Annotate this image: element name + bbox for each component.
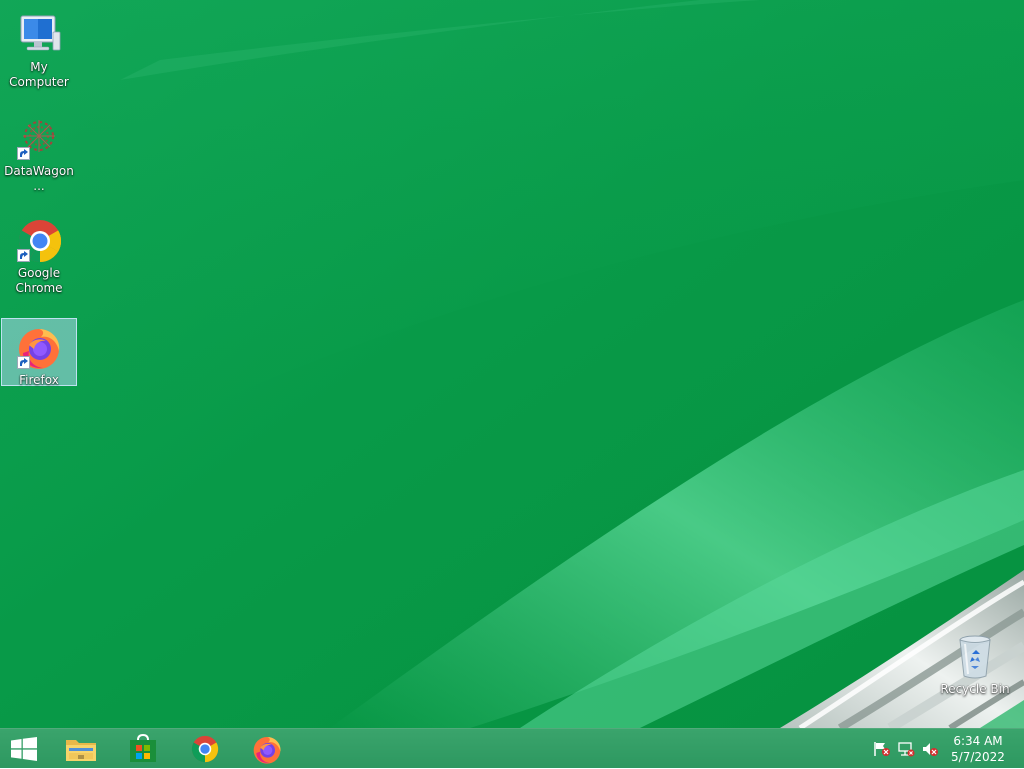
firefox-icon [15,323,63,371]
chrome-icon [191,735,219,763]
wallpaper [0,0,1024,728]
desktop-icon-label: My Computer [9,60,69,89]
taskbar: 6:34 AM 5/7/2022 [0,728,1024,768]
network-icon[interactable] [897,741,915,757]
file-explorer-button[interactable] [53,729,109,769]
shortcut-arrow-icon [17,249,30,262]
computer-icon [15,10,63,58]
desktop[interactable]: My Computer DataWagon... Google Chrome F… [0,0,1024,728]
clock-time: 6:34 AM [953,734,1003,748]
recycle-bin-icon [951,632,999,680]
desktop-icon-label: Firefox [19,373,59,387]
desktop-icon-firefox[interactable]: Firefox [1,318,77,387]
store-button[interactable] [115,729,171,769]
firefox-icon [253,737,281,764]
desktop-icon-label: Google Chrome [15,266,63,295]
system-clock[interactable]: 6:34 AM 5/7/2022 [946,733,1010,765]
desktop-icon-google-chrome[interactable]: Google Chrome [1,212,77,296]
chrome-taskbar-button[interactable] [177,729,233,769]
action-center-flag-icon[interactable] [873,741,891,757]
desktop-icon-datawagon[interactable]: DataWagon... [1,110,77,194]
desktop-icon-recycle-bin[interactable]: Recycle Bin [937,628,1013,697]
start-button[interactable] [0,729,48,769]
firefox-taskbar-button[interactable] [239,729,295,769]
chrome-icon [15,216,63,264]
folder-icon [66,740,96,761]
shortcut-arrow-icon [17,147,30,160]
volume-muted-icon[interactable] [921,741,939,757]
datawagon-icon [15,114,63,162]
windows-logo-icon [11,737,37,761]
clock-date: 5/7/2022 [951,750,1005,764]
desktop-icon-label: DataWagon... [4,164,74,193]
desktop-icon-label: Recycle Bin [940,682,1010,696]
store-icon [130,734,156,762]
desktop-icon-my-computer[interactable]: My Computer [1,6,77,90]
shortcut-arrow-icon [17,356,30,369]
